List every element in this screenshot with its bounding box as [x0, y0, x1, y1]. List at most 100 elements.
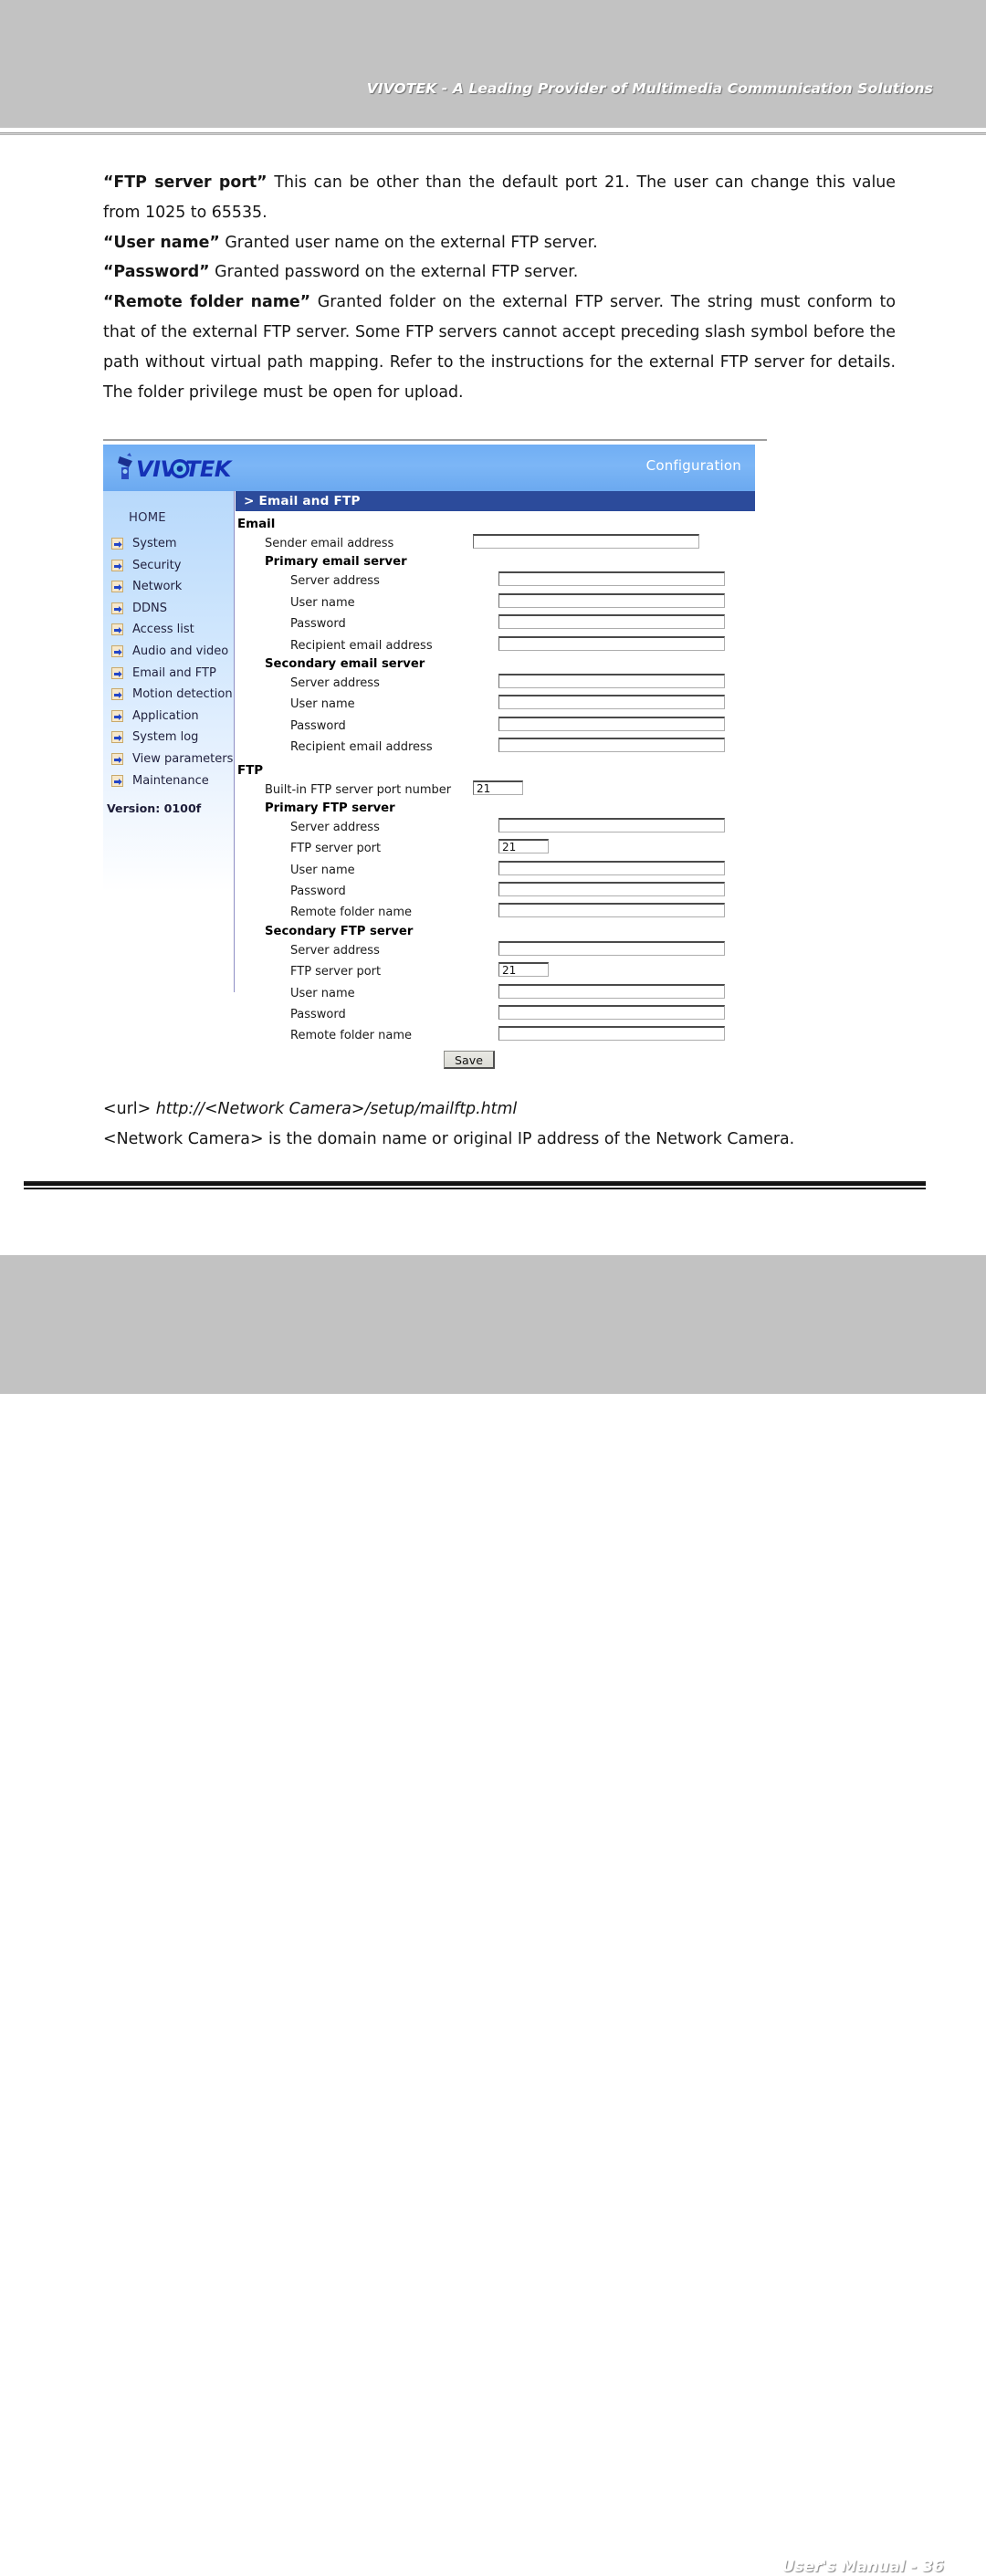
field-row-secondary-email-user-name: User name	[290, 695, 755, 716]
input-secondary-email-password[interactable]	[498, 716, 725, 731]
sidebar-item-label: Application	[132, 708, 199, 723]
sidebar-item-ddns[interactable]: DDNS	[103, 598, 235, 620]
label-secondary-email-server-address: Server address	[290, 675, 380, 690]
settings-form: Email Sender email address Primary email…	[236, 511, 755, 1074]
input-primary-email-user-name[interactable]	[498, 592, 725, 608]
url-label: <url>	[103, 1100, 156, 1118]
sidebar-item-motion-detection[interactable]: Motion detection	[103, 684, 235, 706]
input-sender-email-address[interactable]	[473, 534, 699, 549]
configuration-label[interactable]: Configuration	[646, 457, 741, 474]
label-primary-email-password: Password	[290, 617, 346, 632]
page-footer-title: User's Manual - 36	[781, 2558, 944, 2576]
sidebar-item-label: System	[132, 537, 177, 550]
input-primary-ftp-ftp-server-port[interactable]: 21	[498, 839, 549, 854]
sidebar-item-label: Maintenance	[132, 773, 209, 788]
field-row-primary-email-user-name: User name	[290, 592, 755, 614]
input-secondary-email-user-name[interactable]	[498, 695, 725, 710]
label-primary-email-user-name: User name	[290, 595, 355, 610]
sidebar-item-application[interactable]: Application	[103, 706, 235, 728]
sidebar-item-label: View parameters	[132, 751, 234, 766]
input-primary-email-password[interactable]	[498, 614, 725, 630]
sidebar-item-label: Email and FTP	[132, 665, 216, 680]
arrow-right-icon	[111, 644, 123, 657]
page-header-band: VIVOTEK - A Leading Provider of Multimed…	[0, 0, 986, 128]
arrow-right-icon	[111, 666, 123, 679]
input-builtin-ftp-port[interactable]: 21	[473, 780, 523, 795]
paragraph-user-name: “User name” Granted user name on the ext…	[103, 228, 896, 258]
sidebar-item-maintenance[interactable]: Maintenance	[103, 770, 235, 792]
page-header-title: VIVOTEK - A Leading Provider of Multimed…	[366, 80, 933, 97]
sidebar-item-label: Network	[132, 580, 183, 594]
breadcrumb: > Email and FTP	[236, 491, 755, 511]
label-primary-ftp-password: Password	[290, 885, 346, 899]
sidebar-menu: System Security Network DDNS Access list Audi…	[103, 533, 235, 791]
input-secondary-ftp-server-address[interactable]	[498, 940, 725, 956]
primary-email-server-fields: Server address User name Password Recipient…	[236, 571, 755, 657]
sidebar-item-home[interactable]: HOME	[129, 511, 166, 525]
arrow-right-icon	[111, 538, 123, 550]
input-primary-ftp-server-address[interactable]	[498, 817, 725, 832]
field-row-primary-email-recipient-email-address: Recipient email address	[290, 635, 755, 657]
sidebar-item-label: System log	[132, 730, 199, 745]
sidebar-item-audio-and-video[interactable]: Audio and video	[103, 641, 235, 663]
paragraph-ftp-server-port: “FTP server port” This can be other than…	[103, 168, 896, 228]
sidebar-item-network[interactable]: Network	[103, 576, 235, 598]
app-header-bar: VIV TEK Configuration	[103, 445, 755, 491]
paragraph-password-text: Granted password on the external FTP ser…	[209, 263, 579, 282]
camera-icon	[118, 453, 132, 479]
input-secondary-email-server-address[interactable]	[498, 673, 725, 688]
url-line: <url> http://<Network Camera>/setup/mail…	[103, 1094, 907, 1125]
field-row-sender-email-address: Sender email address	[265, 534, 755, 555]
arrow-right-icon	[111, 752, 123, 765]
label-primary-ftp-user-name: User name	[290, 863, 355, 877]
sidebar-item-access-list[interactable]: Access list	[103, 619, 235, 641]
input-primary-email-server-address[interactable]	[498, 571, 725, 587]
input-primary-ftp-user-name[interactable]	[498, 860, 725, 875]
app-content: > Email and FTP Email Sender email addre…	[236, 491, 755, 1074]
field-row-secondary-ftp-server-address: Server address	[290, 940, 755, 962]
subsection-title-secondary-ftp-server: Secondary FTP server	[265, 924, 414, 938]
field-row-secondary-ftp-user-name: User name	[290, 983, 755, 1005]
arrow-right-icon	[111, 559, 123, 571]
label-secondary-email-recipient-email-address: Recipient email address	[290, 740, 433, 755]
field-row-builtin-ftp-port: Built-in FTP server port number 21	[265, 780, 755, 801]
input-secondary-ftp-user-name[interactable]	[498, 983, 725, 999]
arrow-right-icon	[111, 731, 123, 744]
arrow-right-icon	[111, 774, 123, 787]
field-row-primary-email-password: Password	[290, 614, 755, 635]
label-secondary-email-user-name: User name	[290, 697, 355, 712]
input-primary-ftp-remote-folder-name[interactable]	[498, 903, 725, 918]
app-sidebar: HOME System Security Network DDNS Access lis…	[103, 491, 235, 992]
input-secondary-email-recipient-email-address[interactable]	[498, 738, 725, 753]
sidebar-item-security[interactable]: Security	[103, 555, 235, 577]
field-row-secondary-email-password: Password	[290, 716, 755, 738]
section-title-email: Email	[237, 518, 276, 531]
input-primary-ftp-password[interactable]	[498, 882, 725, 897]
url-value: http://<Network Camera>/setup/mailftp.ht…	[155, 1100, 518, 1118]
label-primary-ftp-remote-folder-name: Remote folder name	[290, 906, 413, 920]
screenshot-top-rule	[103, 439, 767, 441]
input-secondary-ftp-remote-folder-name[interactable]	[498, 1026, 725, 1042]
field-row-secondary-ftp-ftp-server-port: FTP server port 21	[290, 962, 755, 983]
secondary-ftp-server-fields: Server address FTP server port 21 User name…	[236, 940, 755, 1048]
sidebar-item-system[interactable]: System	[103, 533, 235, 555]
sidebar-item-email-and-ftp[interactable]: Email and FTP	[103, 663, 235, 685]
input-secondary-ftp-ftp-server-port[interactable]: 21	[498, 962, 549, 978]
sidebar-item-system-log[interactable]: System log	[103, 727, 235, 749]
input-primary-email-recipient-email-address[interactable]	[498, 635, 725, 651]
section-title-ftp: FTP	[237, 763, 264, 778]
input-secondary-ftp-password[interactable]	[498, 1005, 725, 1021]
label-builtin-ftp-port: Built-in FTP server port number	[265, 782, 452, 797]
label-secondary-email-password: Password	[290, 718, 346, 733]
arrow-right-icon	[111, 581, 123, 593]
label-secondary-ftp-remote-folder-name: Remote folder name	[290, 1029, 413, 1043]
label-primary-ftp-ftp-server-port: FTP server port	[290, 842, 382, 856]
sidebar-item-label: Audio and video	[132, 644, 229, 658]
field-row-primary-ftp-remote-folder-name: Remote folder name	[290, 903, 755, 924]
header-divider	[0, 132, 986, 135]
sidebar-item-view-parameters[interactable]: View parameters	[103, 749, 235, 770]
label-primary-ftp-server-address: Server address	[290, 820, 380, 834]
save-button[interactable]: Save	[444, 1050, 495, 1069]
sidebar-item-label: Access list	[132, 623, 194, 637]
subsection-title-primary-ftp-server: Primary FTP server	[265, 801, 395, 815]
